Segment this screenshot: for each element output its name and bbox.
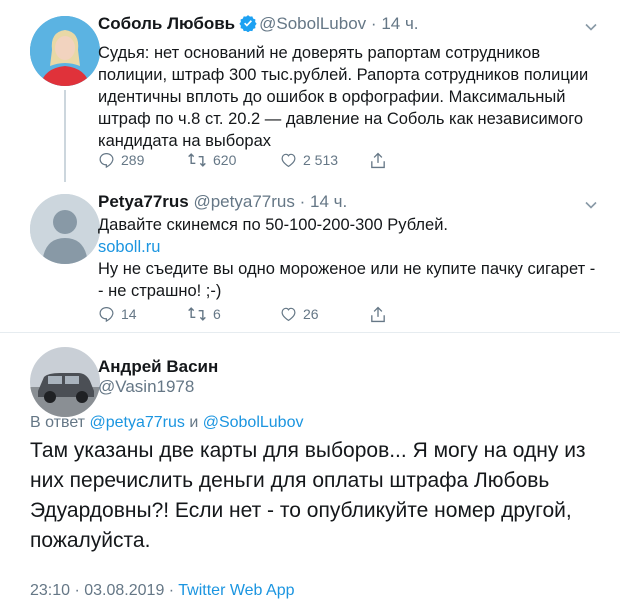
user-handle[interactable]: @petya77rus [193, 192, 294, 211]
tweet-source-link[interactable]: Twitter Web App [178, 582, 294, 599]
tweet-sobol: Соболь Любовь @SobolLubov · 14 ч. Судья: … [0, 0, 620, 190]
user-handle[interactable]: @Vasin1978 [98, 377, 194, 396]
tweet-text-line1: Давайте скинемся по 50-100-200-300 Рубле… [98, 216, 449, 234]
chevron-down-icon[interactable] [584, 20, 598, 34]
user-handle[interactable]: @SobolLubov [259, 14, 366, 33]
tweet-time[interactable]: 14 ч. [381, 14, 418, 33]
retweet-icon [188, 153, 206, 167]
heart-icon [281, 153, 296, 168]
heart-icon [281, 307, 296, 322]
reply-count: 14 [121, 306, 137, 322]
reply-icon [99, 153, 114, 168]
like-count: 26 [303, 306, 319, 322]
tweet-text-line2: Ну не съедите вы одно мороженое или не к… [98, 260, 596, 300]
reply-button[interactable]: 289 [98, 152, 144, 168]
chevron-down-icon[interactable] [584, 198, 598, 212]
tweet-timestamp[interactable]: 23:10 · 03.08.2019 [30, 582, 164, 599]
tweet-header: Petya77rus @petya77rus · 14 ч. [98, 192, 347, 212]
tweet-text: Судья: нет оснований не доверять рапорта… [98, 44, 589, 150]
tweet-actions: 14 6 26 [98, 306, 518, 328]
thread-connector [64, 90, 66, 182]
avatar-default[interactable] [30, 194, 100, 264]
tweet-link[interactable]: soboll.ru [98, 236, 160, 258]
reply-prefix: В ответ [30, 414, 86, 431]
tweet-actions: 289 620 2 513 [98, 152, 518, 174]
display-name[interactable]: Соболь Любовь [98, 14, 235, 33]
retweet-count: 620 [213, 152, 237, 168]
reply-count: 289 [121, 152, 145, 168]
retweet-button[interactable]: 620 [187, 152, 236, 168]
like-button[interactable]: 2 513 [280, 152, 338, 168]
separator-dot: · [299, 192, 306, 211]
display-name[interactable]: Андрей Васин [98, 357, 218, 376]
separator-dot: · [370, 14, 377, 33]
tweet-header: Соболь Любовь @SobolLubov · 14 ч. [98, 14, 419, 37]
reply-button[interactable]: 14 [98, 306, 137, 322]
tweet-meta: 23:10 · 03.08.2019 · Twitter Web App [30, 582, 294, 600]
share-button[interactable] [370, 152, 386, 169]
retweet-button[interactable]: 6 [187, 306, 221, 322]
tweet-text: Там указаны две карты для выборов... Я м… [30, 439, 586, 552]
share-icon [371, 306, 385, 323]
verified-badge-icon [239, 14, 257, 37]
like-count: 2 513 [303, 152, 339, 168]
tweet-header: Андрей Васин [98, 357, 218, 377]
reply-user-link[interactable]: @SobolLubov [203, 414, 304, 431]
tweet-petya: Petya77rus @petya77rus · 14 ч. Давайте с… [0, 182, 620, 332]
avatar-vasin[interactable] [30, 347, 100, 417]
tweet-time[interactable]: 14 ч. [310, 192, 347, 211]
share-icon [371, 152, 385, 169]
retweet-count: 6 [213, 306, 221, 322]
share-button[interactable] [370, 306, 386, 323]
avatar-sobol[interactable] [30, 16, 100, 86]
retweet-icon [188, 307, 206, 321]
tweet-handle-row: @Vasin1978 [98, 377, 194, 397]
display-name[interactable]: Petya77rus [98, 192, 189, 211]
like-button[interactable]: 26 [280, 306, 319, 322]
reply-and: и [189, 414, 199, 431]
reply-icon [99, 307, 114, 322]
reply-user-link[interactable]: @petya77rus [89, 414, 184, 431]
separator-dot: · [168, 582, 175, 599]
replying-to: В ответ @petya77rus и @SobolLubov [30, 414, 303, 432]
